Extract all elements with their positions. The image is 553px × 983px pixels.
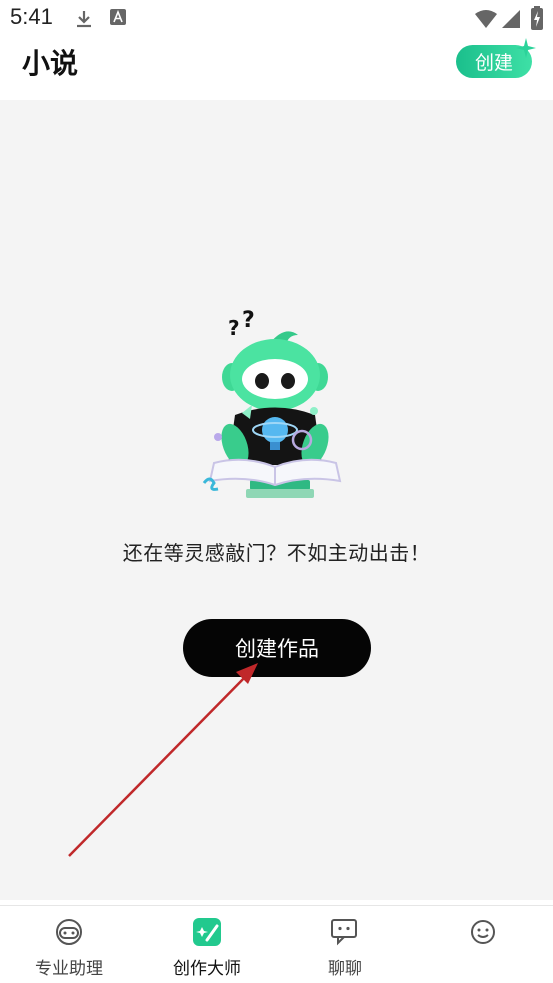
create-work-button[interactable]: 创建作品 — [183, 619, 371, 677]
empty-state-message: 还在等灵感敲门？不如主动出击！ — [122, 541, 431, 565]
nav-item-profile[interactable] — [414, 906, 552, 983]
chat-bubble-icon — [331, 919, 357, 946]
sparkle-icon — [516, 38, 536, 58]
status-bar: 5:41 — [0, 0, 553, 38]
nav-item-professional-assistant[interactable]: 专业助理 — [0, 906, 138, 983]
mascot-reading-illustration: ? ? — [202, 308, 342, 498]
download-icon — [77, 11, 91, 28]
nav-label: 创作大师 — [173, 959, 241, 979]
pen-sparkle-icon — [193, 918, 221, 946]
signal-icon — [502, 10, 520, 28]
nav-item-creation-master[interactable]: 创作大师 — [138, 906, 276, 983]
nav-label: 专业助理 — [35, 959, 103, 979]
page-title: 小说 — [22, 47, 79, 80]
smiley-icon — [471, 920, 495, 944]
wifi-icon — [475, 10, 497, 28]
bottom-nav: 专业助理 创作大师 聊聊 — [0, 905, 553, 983]
main-content: ? ? 还在等灵感敲门？不如主动出击！ 创建作品 — [0, 100, 553, 900]
nav-item-chat[interactable]: 聊聊 — [276, 906, 414, 983]
app-header: 小说 创建 — [0, 38, 553, 100]
svg-text:?: ? — [228, 316, 240, 340]
battery-icon — [531, 6, 543, 30]
status-time: 5:41 — [10, 4, 53, 29]
svg-text:?: ? — [242, 308, 255, 333]
robot-icon — [56, 919, 82, 945]
app-a-icon — [110, 9, 126, 25]
nav-label: 聊聊 — [328, 959, 362, 979]
